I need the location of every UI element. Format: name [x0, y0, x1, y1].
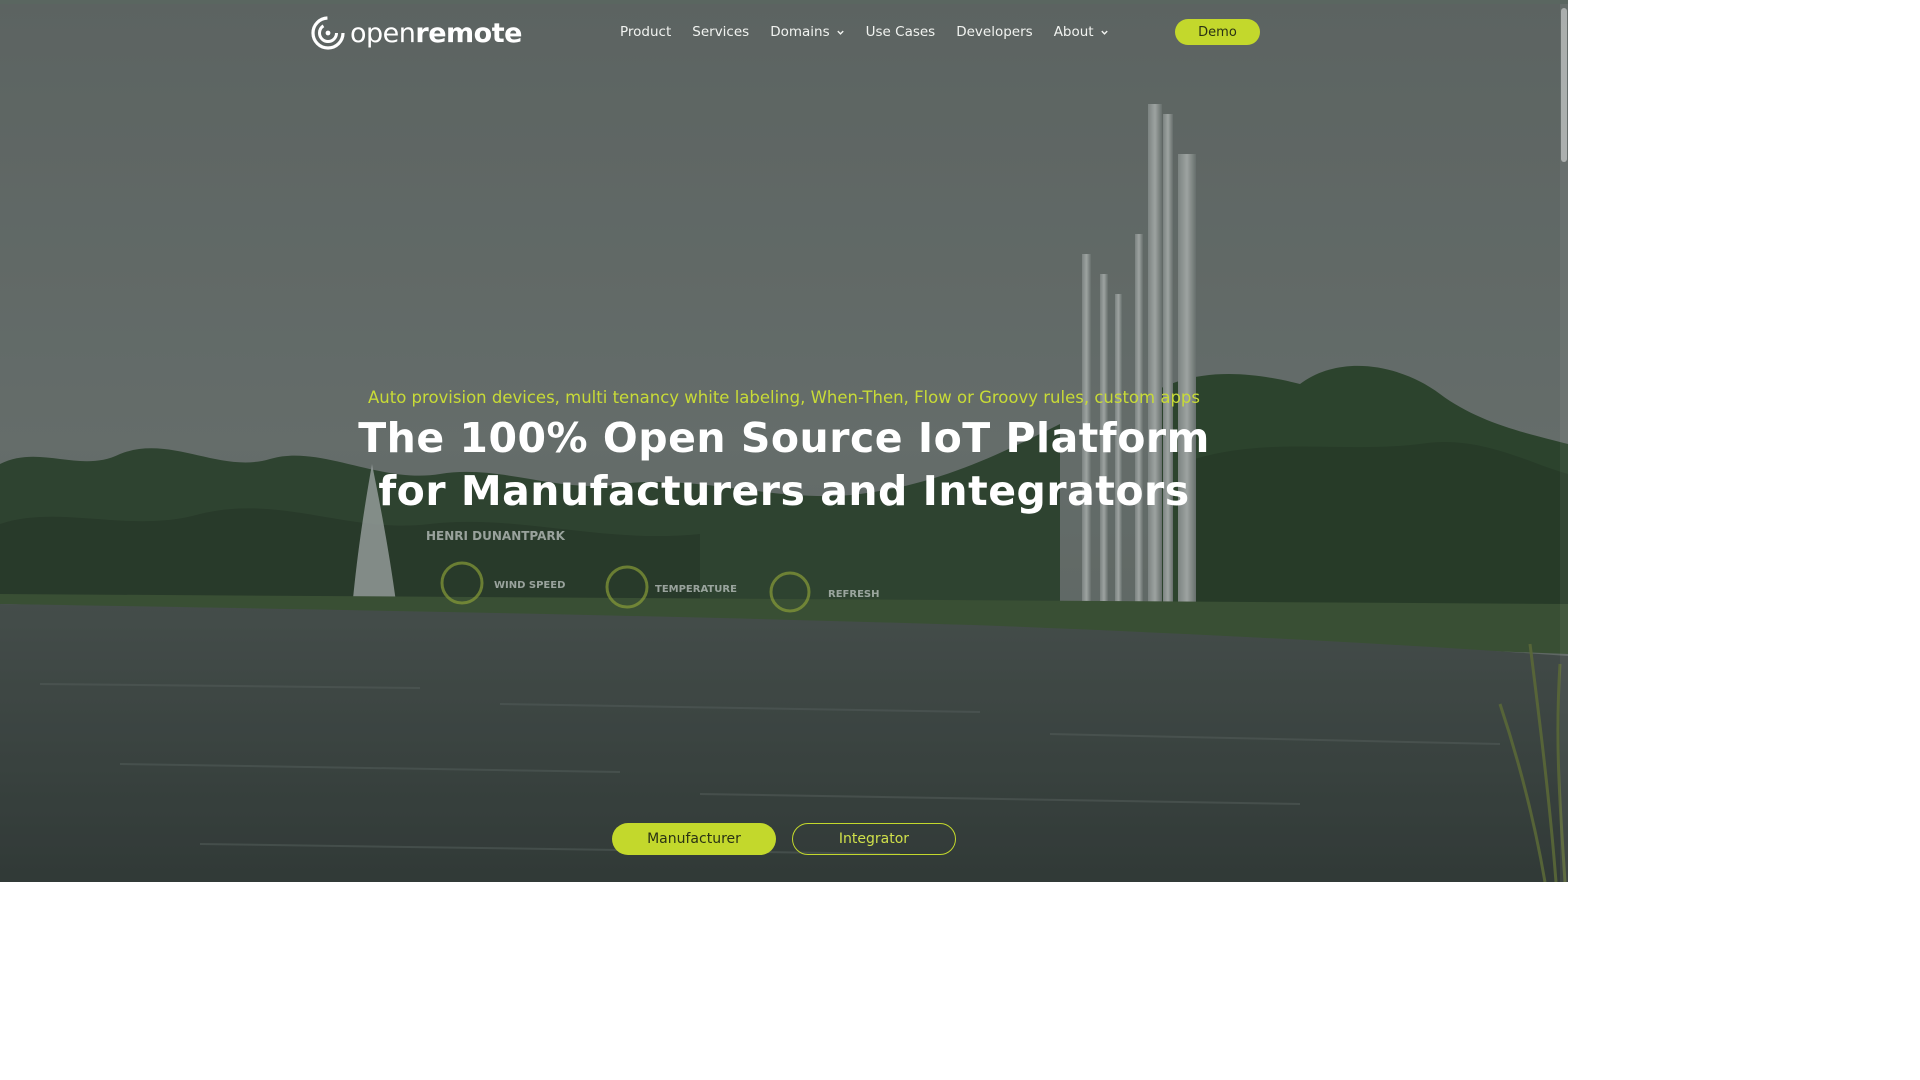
- nav-item-label: About: [1053, 24, 1094, 40]
- demo-button[interactable]: Demo: [1175, 19, 1260, 45]
- hero-tagline: Auto provision devices, multi tenancy wh…: [368, 388, 1200, 407]
- nav-item-label: Services: [692, 24, 750, 40]
- chevron-down-icon: [836, 30, 844, 35]
- manufacturer-button[interactable]: Manufacturer: [612, 823, 776, 855]
- scrollbar-track[interactable]: [1560, 4, 1568, 882]
- nav-item-label: Developers: [956, 24, 1033, 40]
- hud-widget-label: WIND SPEED: [494, 580, 565, 591]
- hud-widget-label: REFRESH: [828, 589, 879, 600]
- main-nav: Product Services Domains Use Cases Devel…: [610, 20, 1130, 44]
- logo-wordmark-bold: remote: [415, 17, 522, 49]
- integrator-button[interactable]: Integrator: [792, 823, 956, 855]
- hero-headline-line-1: The 100% Open Source IoT Platform: [358, 414, 1210, 462]
- nav-item-label: Domains: [770, 24, 830, 40]
- hud-widget-label: TEMPERATURE: [655, 584, 737, 595]
- nav-item-about[interactable]: About: [1054, 24, 1109, 40]
- nav-item-label: Use Cases: [865, 24, 936, 40]
- hero-headline-line-2: for Manufacturers and Integrators: [378, 467, 1190, 515]
- hero-headline: The 100% Open Source IoT Platform for Ma…: [0, 412, 1568, 518]
- logo-wordmark-light: open: [350, 17, 416, 49]
- nav-item-services[interactable]: Services: [692, 24, 749, 40]
- nav-item-developers[interactable]: Developers: [956, 24, 1032, 40]
- openremote-logo[interactable]: openremote: [310, 14, 522, 52]
- page: HENRI DUNANTPARK WIND SPEED TEMPERATURE …: [0, 0, 1568, 882]
- nav-item-label: Product: [620, 24, 672, 40]
- chevron-down-icon: [1100, 30, 1108, 35]
- nav-item-domains[interactable]: Domains: [770, 24, 844, 40]
- logo-wordmark: openremote: [350, 20, 522, 47]
- openremote-logo-icon: [311, 16, 345, 50]
- nav-item-use-cases[interactable]: Use Cases: [866, 24, 936, 40]
- nav-item-product[interactable]: Product: [620, 24, 671, 40]
- hud-park-label: HENRI DUNANTPARK: [426, 529, 566, 543]
- scrollbar-thumb[interactable]: [1561, 8, 1567, 162]
